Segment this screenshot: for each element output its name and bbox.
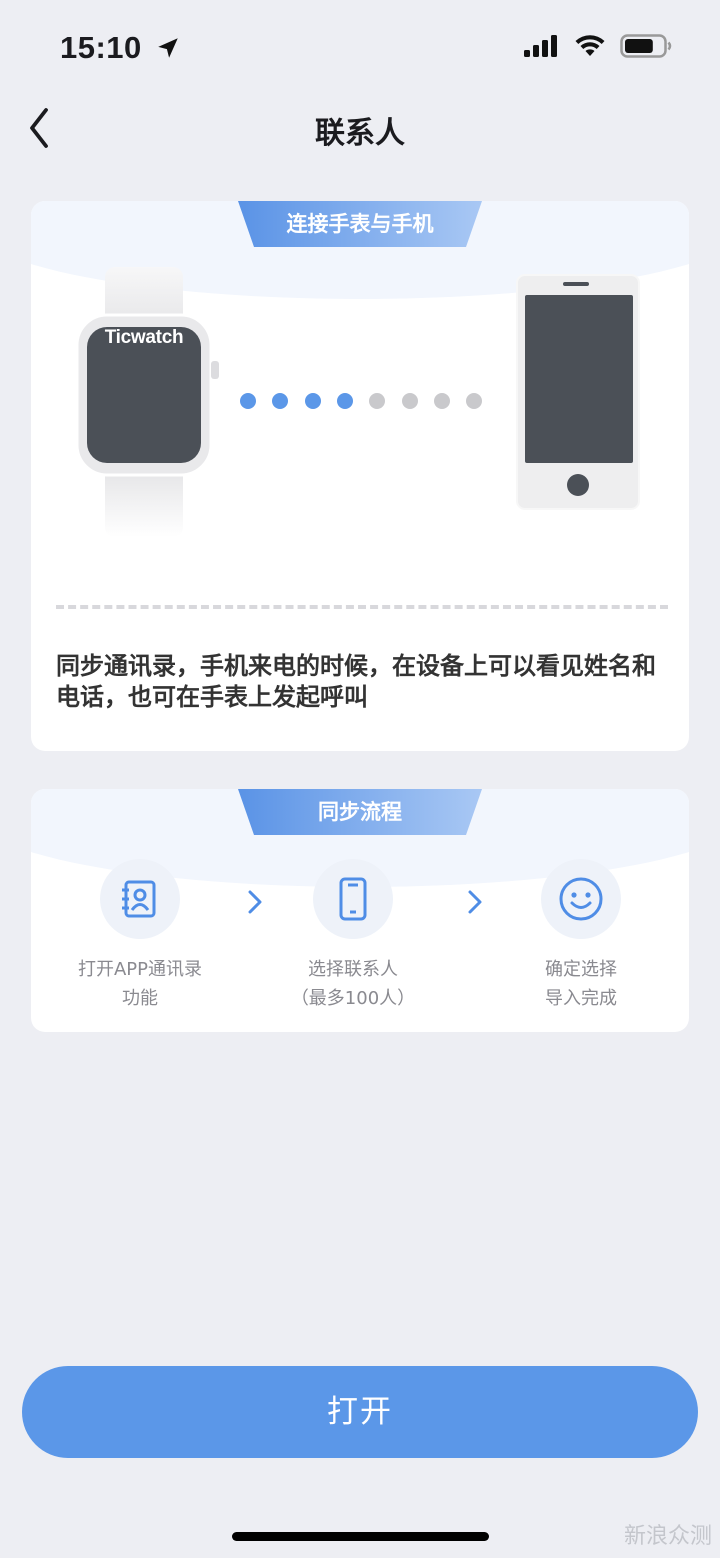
sync-process-card: 同步流程 打开APP通讯录 功能 选择联系人 （最多100人） 确定选择 导入完… <box>31 789 689 1032</box>
wifi-icon <box>575 35 605 56</box>
progress-dot-active <box>336 393 353 409</box>
dashed-divider <box>56 605 668 609</box>
step-confirm-import: 确定选择 导入完成 <box>481 859 681 1013</box>
watch-brand-text: Ticwatch <box>104 327 184 348</box>
feature-description: 同步通讯录，手机来电的时候，在设备上可以看见姓名和电话，也可在手表上发起呼叫 <box>56 652 656 711</box>
sync-badge-label: 同步流程 <box>318 800 402 824</box>
phone-illustration <box>516 274 640 510</box>
progress-dot-inactive <box>466 393 483 409</box>
step-icon-circle <box>313 859 393 939</box>
open-button[interactable]: 打开 <box>22 1366 698 1458</box>
phone-icon <box>339 877 367 921</box>
status-time-text: 15:10 <box>60 30 142 65</box>
contact-book-icon <box>122 880 156 918</box>
connect-badge-label: 连接手表与手机 <box>286 212 434 236</box>
status-time: 15:10 <box>60 30 181 66</box>
home-indicator[interactable] <box>232 1532 489 1541</box>
step-label-line1: 选择联系人 <box>308 959 398 980</box>
step-open-contacts: 打开APP通讯录 功能 <box>40 859 240 1013</box>
location-arrow-icon <box>158 38 178 58</box>
step-label-line2: （最多100人） <box>290 988 416 1009</box>
step-label-line2: 导入完成 <box>545 988 617 1009</box>
watermark-text: 新浪众测 <box>623 1524 712 1549</box>
connect-badge: 连接手表与手机 <box>238 201 482 247</box>
step-icon-circle <box>100 859 180 939</box>
step-label-line1: 确定选择 <box>545 959 617 980</box>
progress-dot-inactive <box>369 393 386 409</box>
progress-dot-active <box>240 393 256 409</box>
sync-badge: 同步流程 <box>238 789 482 835</box>
smiley-icon <box>559 877 603 921</box>
step-select-contacts: 选择联系人 （最多100人） <box>253 859 453 1013</box>
cellular-signal-icon <box>524 35 557 57</box>
progress-dot-inactive <box>401 393 418 409</box>
status-icons <box>524 34 672 58</box>
step-label-line1: 打开APP通讯录 <box>77 959 203 980</box>
battery-icon <box>620 34 672 58</box>
page-title: 联系人 <box>315 116 405 151</box>
step-icon-circle <box>541 859 621 939</box>
progress-dot-active <box>304 393 321 409</box>
smartwatch-illustration <box>75 267 219 537</box>
progress-dot-inactive <box>433 393 450 409</box>
progress-dot-active <box>272 393 289 409</box>
step-label-line2: 功能 <box>122 988 158 1009</box>
connect-card: 连接手表与手机 Ticwatch 同步通讯录，手机来电的时候，在设备上可以看见姓… <box>31 201 689 751</box>
